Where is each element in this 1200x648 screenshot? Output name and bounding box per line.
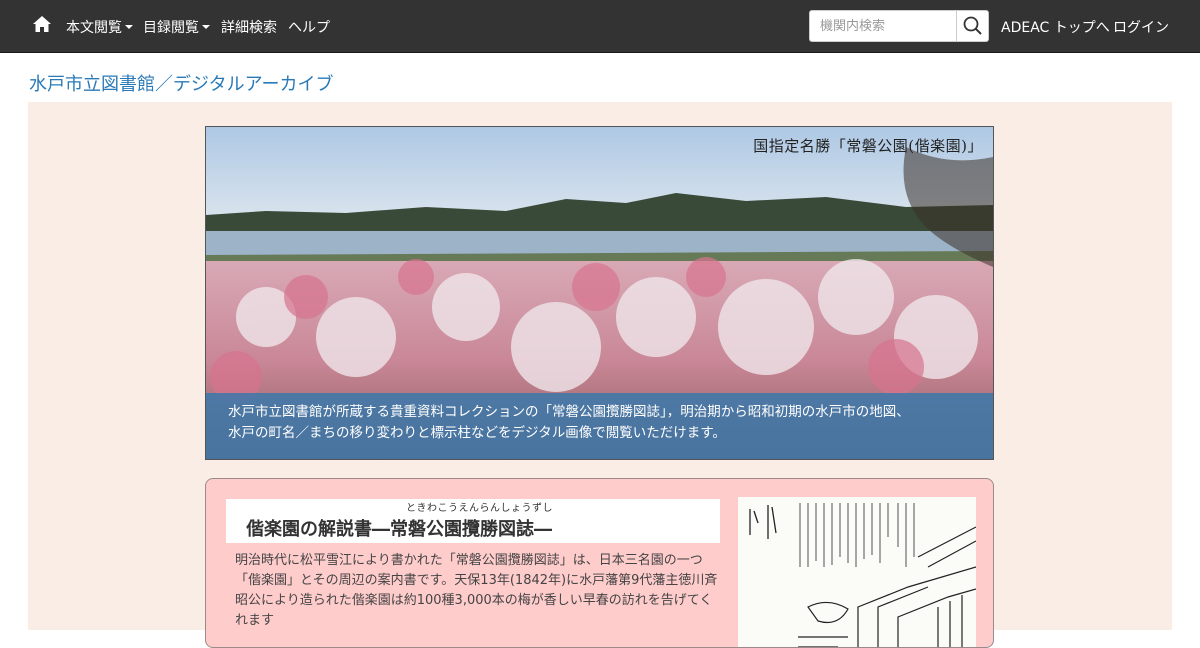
hero-description-line: 水戸市立図書館が所蔵する貴重資料コレクションの「常磐公園攬勝図誌」，明治期から昭… <box>228 404 910 420</box>
feature-title-box: ときわこうえんらんしょうずし 偕楽園の解説書―常磐公園攬勝図誌― <box>226 499 720 543</box>
site-title[interactable]: 水戸市立図書館／デジタルアーカイブ <box>29 70 334 96</box>
search-button[interactable] <box>956 11 988 41</box>
hero-description-overlay: 水戸市立図書館が所蔵する貴重資料コレクションの「常磐公園攬勝図誌」，明治期から昭… <box>206 393 993 459</box>
feature-thumbnail[interactable] <box>738 497 976 647</box>
feature-title-ruby: ときわこうえんらんしょうずし <box>406 503 553 514</box>
top-navbar: 本文閲覧 目録閲覧 詳細検索 ヘルプ ADEAC トップへ ログイン <box>0 0 1200 53</box>
hero-caption: 国指定名勝「常磐公園(偕楽園)」 <box>753 137 983 155</box>
nav-advanced-search[interactable]: 詳細検索 <box>221 17 277 37</box>
nav-honbun-etsuran[interactable]: 本文閲覧 <box>66 17 133 37</box>
chevron-down-icon <box>202 25 210 29</box>
nav-help[interactable]: ヘルプ <box>288 17 330 37</box>
hero-banner: 国指定名勝「常磐公園(偕楽園)」 水戸市立図書館が所蔵する貴重資料コレクションの… <box>205 126 994 460</box>
nav-item-label: 本文閲覧 <box>66 20 122 36</box>
adeac-top-link[interactable]: ADEAC トップへ <box>1001 17 1110 37</box>
search-icon <box>963 16 982 35</box>
feature-card: ときわこうえんらんしょうずし 偕楽園の解説書―常磐公園攬勝図誌― 明治時代に松平… <box>205 478 994 648</box>
manuscript-illustration <box>749 503 976 647</box>
nav-item-label: 目録閲覧 <box>143 20 199 36</box>
feature-title[interactable]: 偕楽園の解説書―常磐公園攬勝図誌― <box>246 515 552 541</box>
nav-mokuroku-etsuran[interactable]: 目録閲覧 <box>143 17 210 37</box>
feature-description: 明治時代に松平雪江により書かれた「常磐公園攬勝図誌」は、日本三名園の一つ「偕楽園… <box>235 553 718 628</box>
login-link[interactable]: ログイン <box>1113 17 1169 37</box>
chevron-down-icon <box>125 25 133 29</box>
home-icon[interactable] <box>32 14 52 34</box>
search-box <box>809 10 989 42</box>
search-input[interactable] <box>810 11 958 41</box>
hero-description-line: 水戸の町名／まちの移り変わりと標示柱などをデジタル画像で閲覧いただけます。 <box>228 425 726 441</box>
